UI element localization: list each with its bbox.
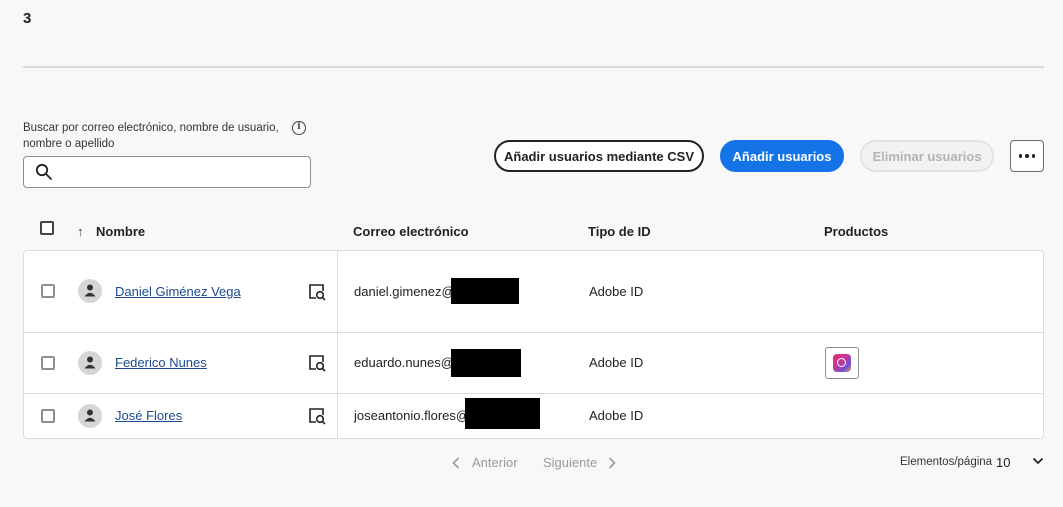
add-users-csv-button[interactable]: Añadir usuarios mediante CSV — [494, 140, 704, 172]
delete-users-button[interactable]: Eliminar usuarios — [860, 140, 994, 172]
redacted-block — [465, 398, 540, 429]
avatar — [78, 279, 102, 303]
users-table: Daniel Giménez Vega daniel.gimenez@ Adob… — [23, 250, 1044, 439]
items-per-page-label: Elementos/página — [900, 456, 993, 468]
next-page-button[interactable]: Siguiente — [543, 455, 597, 470]
avatar — [78, 351, 102, 375]
user-icon — [84, 284, 96, 297]
column-header-idtype: Tipo de ID — [588, 224, 651, 239]
search-icon — [35, 163, 52, 180]
select-all-checkbox[interactable] — [40, 221, 54, 235]
user-count: 3 — [23, 10, 32, 27]
table-row[interactable]: Daniel Giménez Vega daniel.gimenez@ Adob… — [24, 251, 1043, 332]
items-per-page-select[interactable]: 10 — [996, 455, 1010, 470]
more-actions-button[interactable] — [1010, 140, 1044, 172]
chevron-right-icon — [608, 457, 616, 469]
row-checkbox[interactable] — [41, 356, 55, 370]
user-email: eduardo.nunes@ — [354, 355, 454, 370]
redacted-block — [451, 278, 519, 304]
more-dot-icon — [1031, 154, 1036, 158]
row-checkbox[interactable] — [41, 284, 55, 298]
user-icon — [84, 356, 96, 369]
user-email: joseantonio.flores@ — [354, 408, 470, 423]
column-header-products: Productos — [824, 224, 889, 239]
search-field[interactable] — [23, 156, 311, 188]
user-details-icon[interactable] — [308, 354, 326, 372]
add-users-button[interactable]: Añadir usuarios — [720, 140, 844, 172]
user-name-link[interactable]: José Flores — [115, 408, 182, 423]
search-label: Buscar por correo electrónico, nombre de… — [23, 122, 279, 150]
row-checkbox[interactable] — [41, 409, 55, 423]
more-dot-icon — [1025, 154, 1029, 158]
product-tile[interactable] — [825, 347, 859, 379]
previous-page-button[interactable]: Anterior — [472, 455, 518, 470]
table-row[interactable]: Federico Nunes eduardo.nunes@ Adobe ID — [24, 333, 1043, 393]
table-row[interactable]: José Flores joseantonio.flores@ Adobe ID — [24, 394, 1043, 438]
user-idtype: Adobe ID — [589, 355, 644, 370]
user-idtype: Adobe ID — [589, 408, 644, 423]
chevron-down-icon[interactable] — [1032, 456, 1044, 466]
column-header-email: Correo electrónico — [353, 224, 469, 239]
header-divider — [23, 66, 1044, 68]
user-name-link[interactable]: Daniel Giménez Vega — [115, 284, 241, 299]
more-dot-icon — [1018, 154, 1023, 158]
user-idtype: Adobe ID — [589, 284, 644, 299]
creative-cloud-icon — [833, 354, 851, 372]
redacted-block — [451, 349, 521, 377]
avatar — [78, 404, 102, 428]
sort-ascending-icon[interactable]: ↑ — [77, 224, 84, 239]
info-icon[interactable]: i — [292, 121, 306, 135]
column-header-name[interactable]: Nombre — [96, 224, 145, 239]
chevron-left-icon — [452, 457, 460, 469]
search-input[interactable] — [60, 161, 304, 183]
user-details-icon[interactable] — [308, 283, 326, 301]
user-name-link[interactable]: Federico Nunes — [115, 355, 207, 370]
user-icon — [84, 409, 96, 422]
user-details-icon[interactable] — [308, 407, 326, 425]
user-email: daniel.gimenez@ — [354, 284, 455, 299]
